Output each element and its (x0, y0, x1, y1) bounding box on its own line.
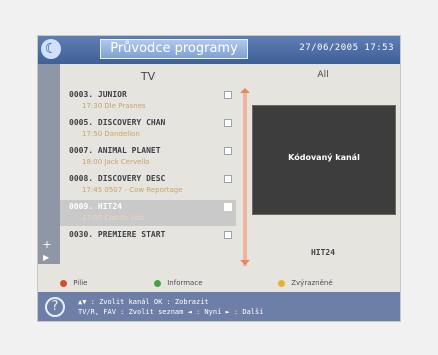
list-item[interactable]: 0003. JUNIOR 17:30 Dle Prasnes (60, 88, 236, 114)
channel-name: 0005. DISCOVERY CHAN (69, 118, 166, 127)
footer-bar: ? ▲▼ : Zvolit kanál OK : Zobrazit TV/R, … (38, 292, 400, 321)
help-icon[interactable]: ? (45, 297, 65, 317)
legend-yellow[interactable]: Zvýrazněné (278, 277, 333, 289)
legend: Pilie Informace Zvýrazněné (60, 277, 400, 291)
locked-text: Kódovaný kanál (288, 153, 360, 162)
info-icon (224, 119, 232, 127)
epg-screen: ☾ Průvodce programy 27/06/2005 17:53 + ▶… (37, 35, 401, 322)
list-item[interactable]: 0005. DISCOVERY CHAN 17:50 Dandelion (60, 116, 236, 142)
channel-name: 0008. DISCOVERY DESC (69, 174, 166, 183)
legend-red-label: Pilie (73, 279, 88, 287)
channel-name: 0009. HIT24 (69, 202, 122, 211)
page-title: Průvodce programy (100, 39, 248, 59)
preview-panel: Kódovaný kanál (252, 105, 396, 215)
list-item-selected[interactable]: 0009. HIT24 17:05 Classic Hits (60, 200, 236, 226)
program-info: 18:00 Jack Cervello (82, 158, 150, 166)
header-bar: ☾ Průvodce programy 27/06/2005 17:53 (38, 36, 400, 64)
yellow-button-icon (278, 279, 285, 287)
scroll-down-icon[interactable] (240, 260, 250, 265)
sidebar: + ▶ (38, 64, 60, 264)
list-item[interactable]: 0030. PREMIERE START (60, 228, 236, 254)
program-info: 17:45 0507 - Cow Reportage (82, 186, 183, 194)
info-icon (224, 175, 232, 183)
legend-green[interactable]: Informace (154, 277, 203, 289)
list-item[interactable]: 0007. ANIMAL PLANET 18:00 Jack Cervello (60, 144, 236, 170)
info-icon (224, 147, 232, 155)
legend-yellow-label: Zvýrazněné (291, 279, 333, 287)
legend-red[interactable]: Pilie (60, 277, 87, 289)
info-icon (224, 231, 232, 239)
program-info: 17:30 Dle Prasnes (82, 102, 146, 110)
help-line-1: ▲▼ : Zvolit kanál OK : Zobrazit (78, 298, 209, 306)
arrow-right-icon: ▶ (43, 253, 50, 262)
channel-name: 0030. PREMIERE START (69, 230, 166, 239)
channel-list: 0003. JUNIOR 17:30 Dle Prasnes 0005. DIS… (60, 88, 236, 266)
datetime: 27/06/2005 17:53 (299, 43, 394, 53)
help-line-2: TV/R, FAV : Zvolit seznam ◄ : Nyní ► : D… (78, 308, 264, 316)
red-button-icon (60, 279, 67, 287)
program-info: 17:50 Dandelion (82, 130, 140, 138)
preview-channel-name: HIT24 (310, 248, 336, 257)
program-info: 17:05 Classic Hits (82, 214, 145, 222)
channel-name: 0007. ANIMAL PLANET (69, 146, 161, 155)
info-icon (224, 91, 232, 99)
channel-name: 0003. JUNIOR (69, 90, 127, 99)
scrollbar[interactable] (243, 90, 247, 266)
plus-icon: + (42, 238, 52, 251)
legend-green-label: Informace (167, 279, 203, 287)
tv-logo-icon: ☾ (41, 39, 61, 59)
scroll-up-icon[interactable] (240, 88, 250, 93)
list-item[interactable]: 0008. DISCOVERY DESC 17:45 0507 - Cow Re… (60, 172, 236, 198)
green-button-icon (154, 279, 161, 287)
info-icon (224, 203, 232, 211)
list-heading: TV (140, 70, 156, 83)
preview-heading: All (317, 70, 329, 80)
